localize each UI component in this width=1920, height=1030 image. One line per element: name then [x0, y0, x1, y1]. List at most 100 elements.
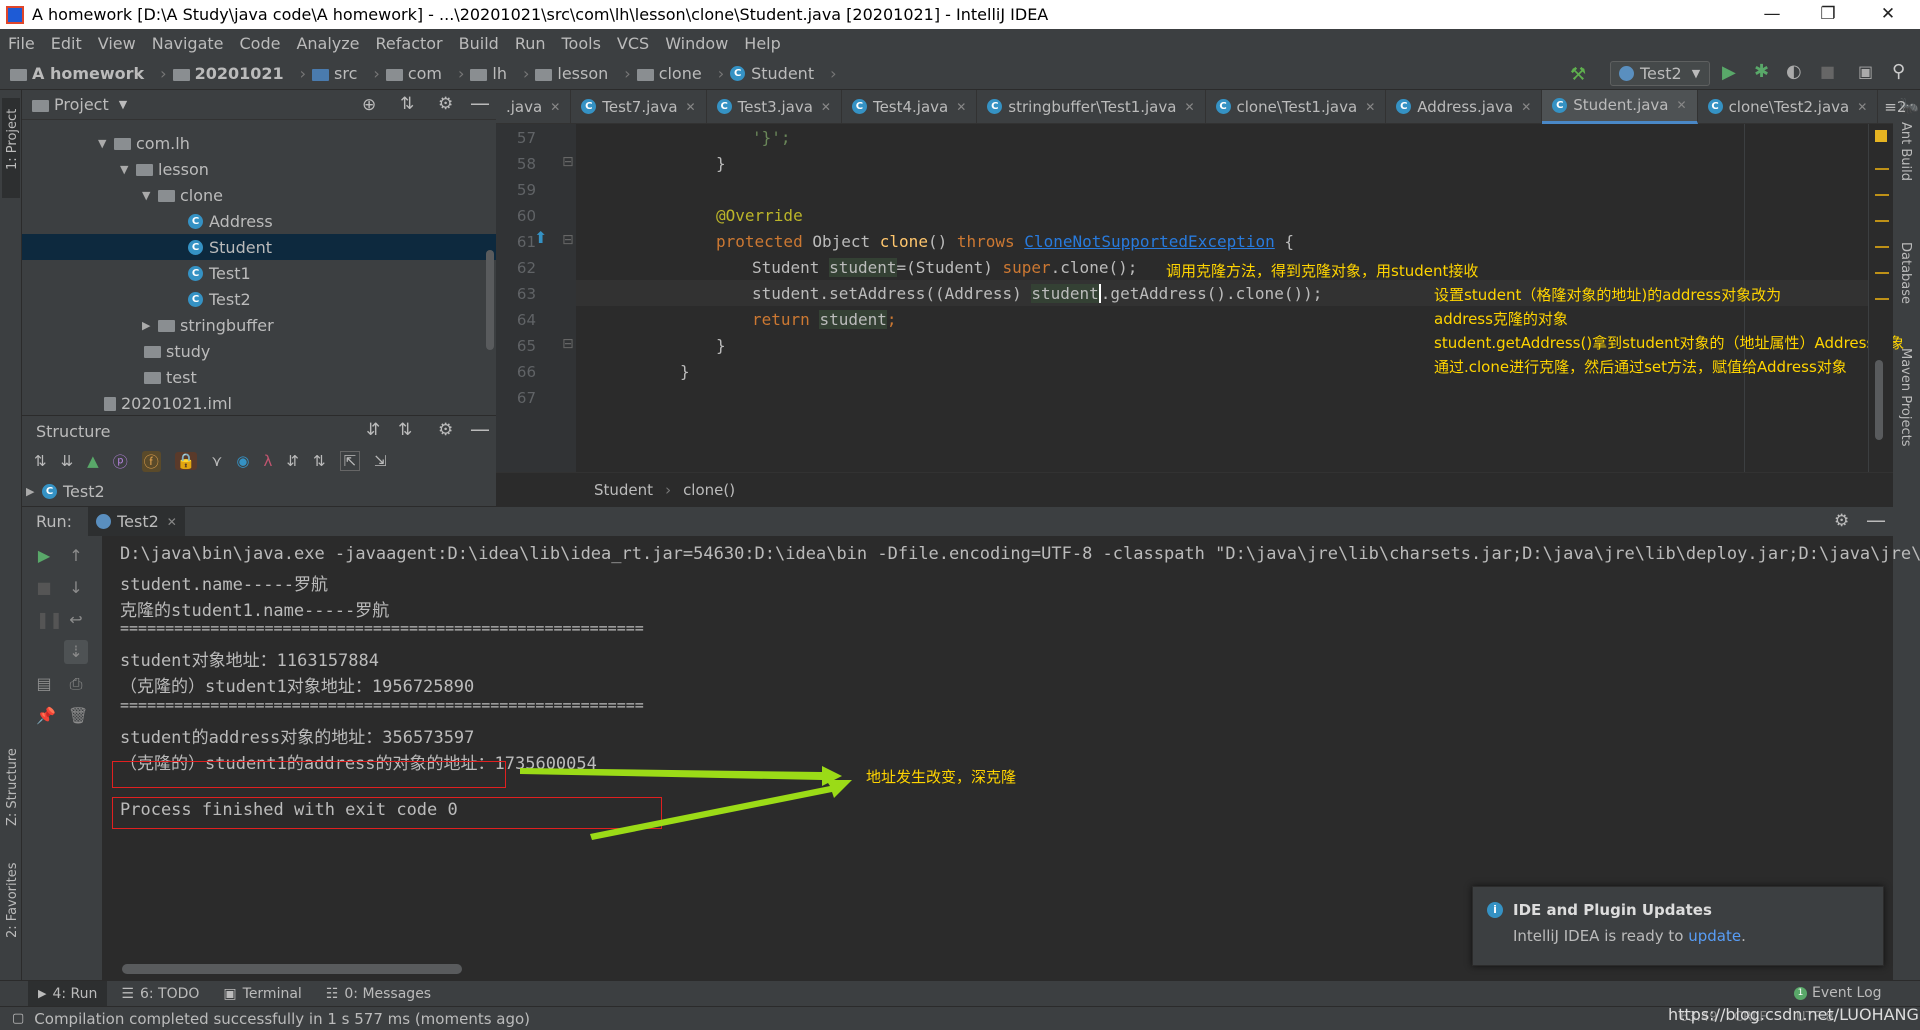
close-tab-icon[interactable]: ✕ — [686, 100, 696, 114]
expanded-arrow-icon[interactable]: ▼ — [120, 163, 136, 176]
tab-clone-test2[interactable]: Cclone\Test2.java ✕ — [1698, 89, 1879, 124]
tab-clone-test1[interactable]: Cclone\Test1.java ✕ — [1206, 89, 1387, 124]
close-tab-icon[interactable]: ✕ — [550, 100, 560, 114]
sort-visibility-icon[interactable]: ⇊ — [61, 452, 74, 470]
tab-test3[interactable]: C Test3.java ✕ — [707, 89, 842, 124]
tool-tab-todo[interactable]: ☰ 6: TODO — [121, 986, 199, 1002]
run-icon[interactable]: ▶ — [1722, 62, 1736, 83]
scroll-to-end-icon[interactable]: ⇣ — [64, 640, 88, 664]
update-notification[interactable]: i IDE and Plugin Updates IntelliJ IDEA i… — [1472, 886, 1884, 966]
show-properties-icon[interactable]: ⓟ — [113, 451, 128, 472]
menu-build[interactable]: Build — [459, 34, 499, 53]
status-window-icon[interactable]: ▢ — [12, 1011, 24, 1026]
search-icon[interactable]: ⚲ — [1892, 61, 1905, 82]
project-structure-icon[interactable]: ▣ — [1858, 62, 1873, 81]
close-tab-icon[interactable]: ✕ — [956, 100, 966, 114]
restore-button[interactable]: ❐ — [1800, 0, 1856, 29]
tab-stringbuffer-test1[interactable]: Cstringbuffer\Test1.java ✕ — [977, 89, 1206, 124]
coverage-icon[interactable]: ◐ — [1786, 61, 1802, 82]
editor-error-stripe[interactable] — [1868, 124, 1893, 472]
tree-item-iml[interactable]: 20201021.iml — [22, 390, 496, 416]
tab-test4[interactable]: C Test4.java ✕ — [842, 89, 978, 124]
scroll-up-icon[interactable]: ↑ — [68, 548, 84, 564]
update-link[interactable]: update — [1688, 927, 1741, 945]
collapse-icon[interactable]: ⇅ — [313, 452, 326, 470]
menu-vcs[interactable]: VCS — [617, 34, 649, 53]
autoscroll-from-source-icon[interactable]: ⇲ — [374, 452, 387, 470]
console-horizontal-scrollbar[interactable] — [122, 964, 462, 974]
close-tab-icon[interactable]: ✕ — [1365, 100, 1375, 114]
menu-file[interactable]: File — [8, 34, 35, 53]
tab-test7[interactable]: C Test7.java ✕ — [571, 89, 707, 124]
tool-tab-run[interactable]: ▶ 4: Run — [28, 980, 108, 1007]
project-view-select[interactable]: Project — [54, 95, 109, 114]
run-config-select[interactable]: Test2 ▼ — [1610, 61, 1710, 86]
override-marker-icon[interactable]: ⬆ — [534, 228, 547, 247]
minimize-button[interactable]: — — [1744, 0, 1800, 29]
nav-crumb-com[interactable]: com — [385, 64, 442, 83]
tree-item-study[interactable]: study — [22, 338, 496, 364]
scroll-down-icon[interactable]: ↓ — [68, 580, 84, 596]
warning-mark[interactable] — [1875, 272, 1889, 274]
breadcrumb-class[interactable]: Student — [594, 481, 653, 499]
show-anonymous-icon[interactable]: ◉ — [236, 452, 249, 470]
tree-item-test2[interactable]: C Test2 — [22, 286, 496, 312]
nav-crumb-lh[interactable]: lh — [470, 64, 507, 83]
collapsed-arrow-icon[interactable]: ▶ — [142, 319, 158, 332]
expanded-arrow-icon[interactable]: ▼ — [142, 189, 158, 202]
locate-icon[interactable]: ⊕ — [362, 95, 376, 115]
warning-mark[interactable] — [1875, 194, 1889, 196]
close-tab-icon[interactable]: ✕ — [1521, 100, 1531, 114]
structure-node[interactable]: ▶ C Test2 — [22, 476, 496, 506]
warning-mark[interactable] — [1875, 168, 1889, 170]
stop-icon[interactable]: ■ — [36, 580, 52, 596]
menu-navigate[interactable]: Navigate — [152, 34, 224, 53]
favorites-tool-label[interactable]: 2: Favorites — [5, 862, 20, 938]
tab-student[interactable]: C Student.java ✕ — [1542, 89, 1698, 124]
autoscroll-to-source-icon[interactable]: ⇱ — [339, 451, 361, 471]
fold-marker-icon[interactable]: ⊟ — [562, 232, 574, 248]
warning-mark[interactable] — [1875, 298, 1889, 300]
close-tab-icon[interactable]: ✕ — [1184, 100, 1194, 114]
structure-tool-label[interactable]: Z: Structure — [5, 748, 20, 826]
tree-item-student[interactable]: C Student — [22, 234, 496, 260]
hide-panel-icon[interactable]: — — [470, 417, 490, 441]
nav-crumb-project[interactable]: A homework — [10, 64, 144, 83]
show-fields-icon[interactable]: ⓕ — [141, 450, 161, 472]
expand-all-icon[interactable]: ⇵ — [366, 420, 380, 440]
soft-wrap-icon[interactable]: ↩ — [68, 612, 84, 628]
database-label[interactable]: Database — [1898, 242, 1913, 304]
show-inherited-icon[interactable]: ▲ — [87, 452, 99, 470]
close-tab-icon[interactable]: ✕ — [1677, 98, 1687, 112]
warning-indicator-icon[interactable] — [1875, 130, 1887, 142]
tree-item-stringbuffer[interactable]: ▶ stringbuffer — [22, 312, 496, 338]
tree-item-com-lh[interactable]: ▼ com.lh — [22, 130, 496, 156]
menu-analyze[interactable]: Analyze — [296, 34, 359, 53]
expand-icon[interactable]: ⇵ — [286, 452, 299, 470]
gear-icon[interactable]: ⚙ — [1834, 511, 1849, 531]
collapsed-arrow-icon[interactable]: ▶ — [26, 485, 42, 498]
print-icon[interactable]: ⎙ — [68, 676, 84, 692]
menu-window[interactable]: Window — [665, 34, 728, 53]
run-tab-test2[interactable]: Test2 ✕ — [88, 506, 185, 537]
expanded-arrow-icon[interactable]: ▼ — [98, 137, 114, 150]
show-non-public-icon[interactable]: 🔒 — [174, 452, 198, 470]
close-tab-icon[interactable]: ✕ — [821, 100, 831, 114]
tool-tab-terminal[interactable]: ▣ Terminal — [223, 986, 301, 1002]
menu-run[interactable]: Run — [515, 34, 546, 53]
dropdown-arrow-icon[interactable]: ▼ — [119, 98, 127, 111]
fold-marker-icon[interactable]: ⊟ — [562, 154, 574, 170]
layout-icon[interactable]: ▤ — [36, 676, 52, 692]
close-tab-icon[interactable]: ✕ — [167, 515, 177, 529]
menu-refactor[interactable]: Refactor — [376, 34, 443, 53]
editor-scrollbar[interactable] — [1875, 360, 1883, 440]
tree-item-clone[interactable]: ▼ clone — [22, 182, 496, 208]
nav-crumb-clone[interactable]: clone — [636, 64, 702, 83]
hide-panel-icon[interactable]: — — [470, 91, 490, 115]
pause-icon[interactable]: ❚❚ — [36, 612, 63, 628]
tab-java[interactable]: .java ✕ — [496, 89, 572, 124]
pin-icon[interactable]: 📌 — [36, 708, 56, 724]
sort-alpha-icon[interactable]: ⇅ — [34, 452, 47, 470]
project-scrollbar[interactable] — [486, 250, 494, 350]
code-area[interactable]: '}'; } @Override protected Object clone(… — [576, 124, 1904, 472]
